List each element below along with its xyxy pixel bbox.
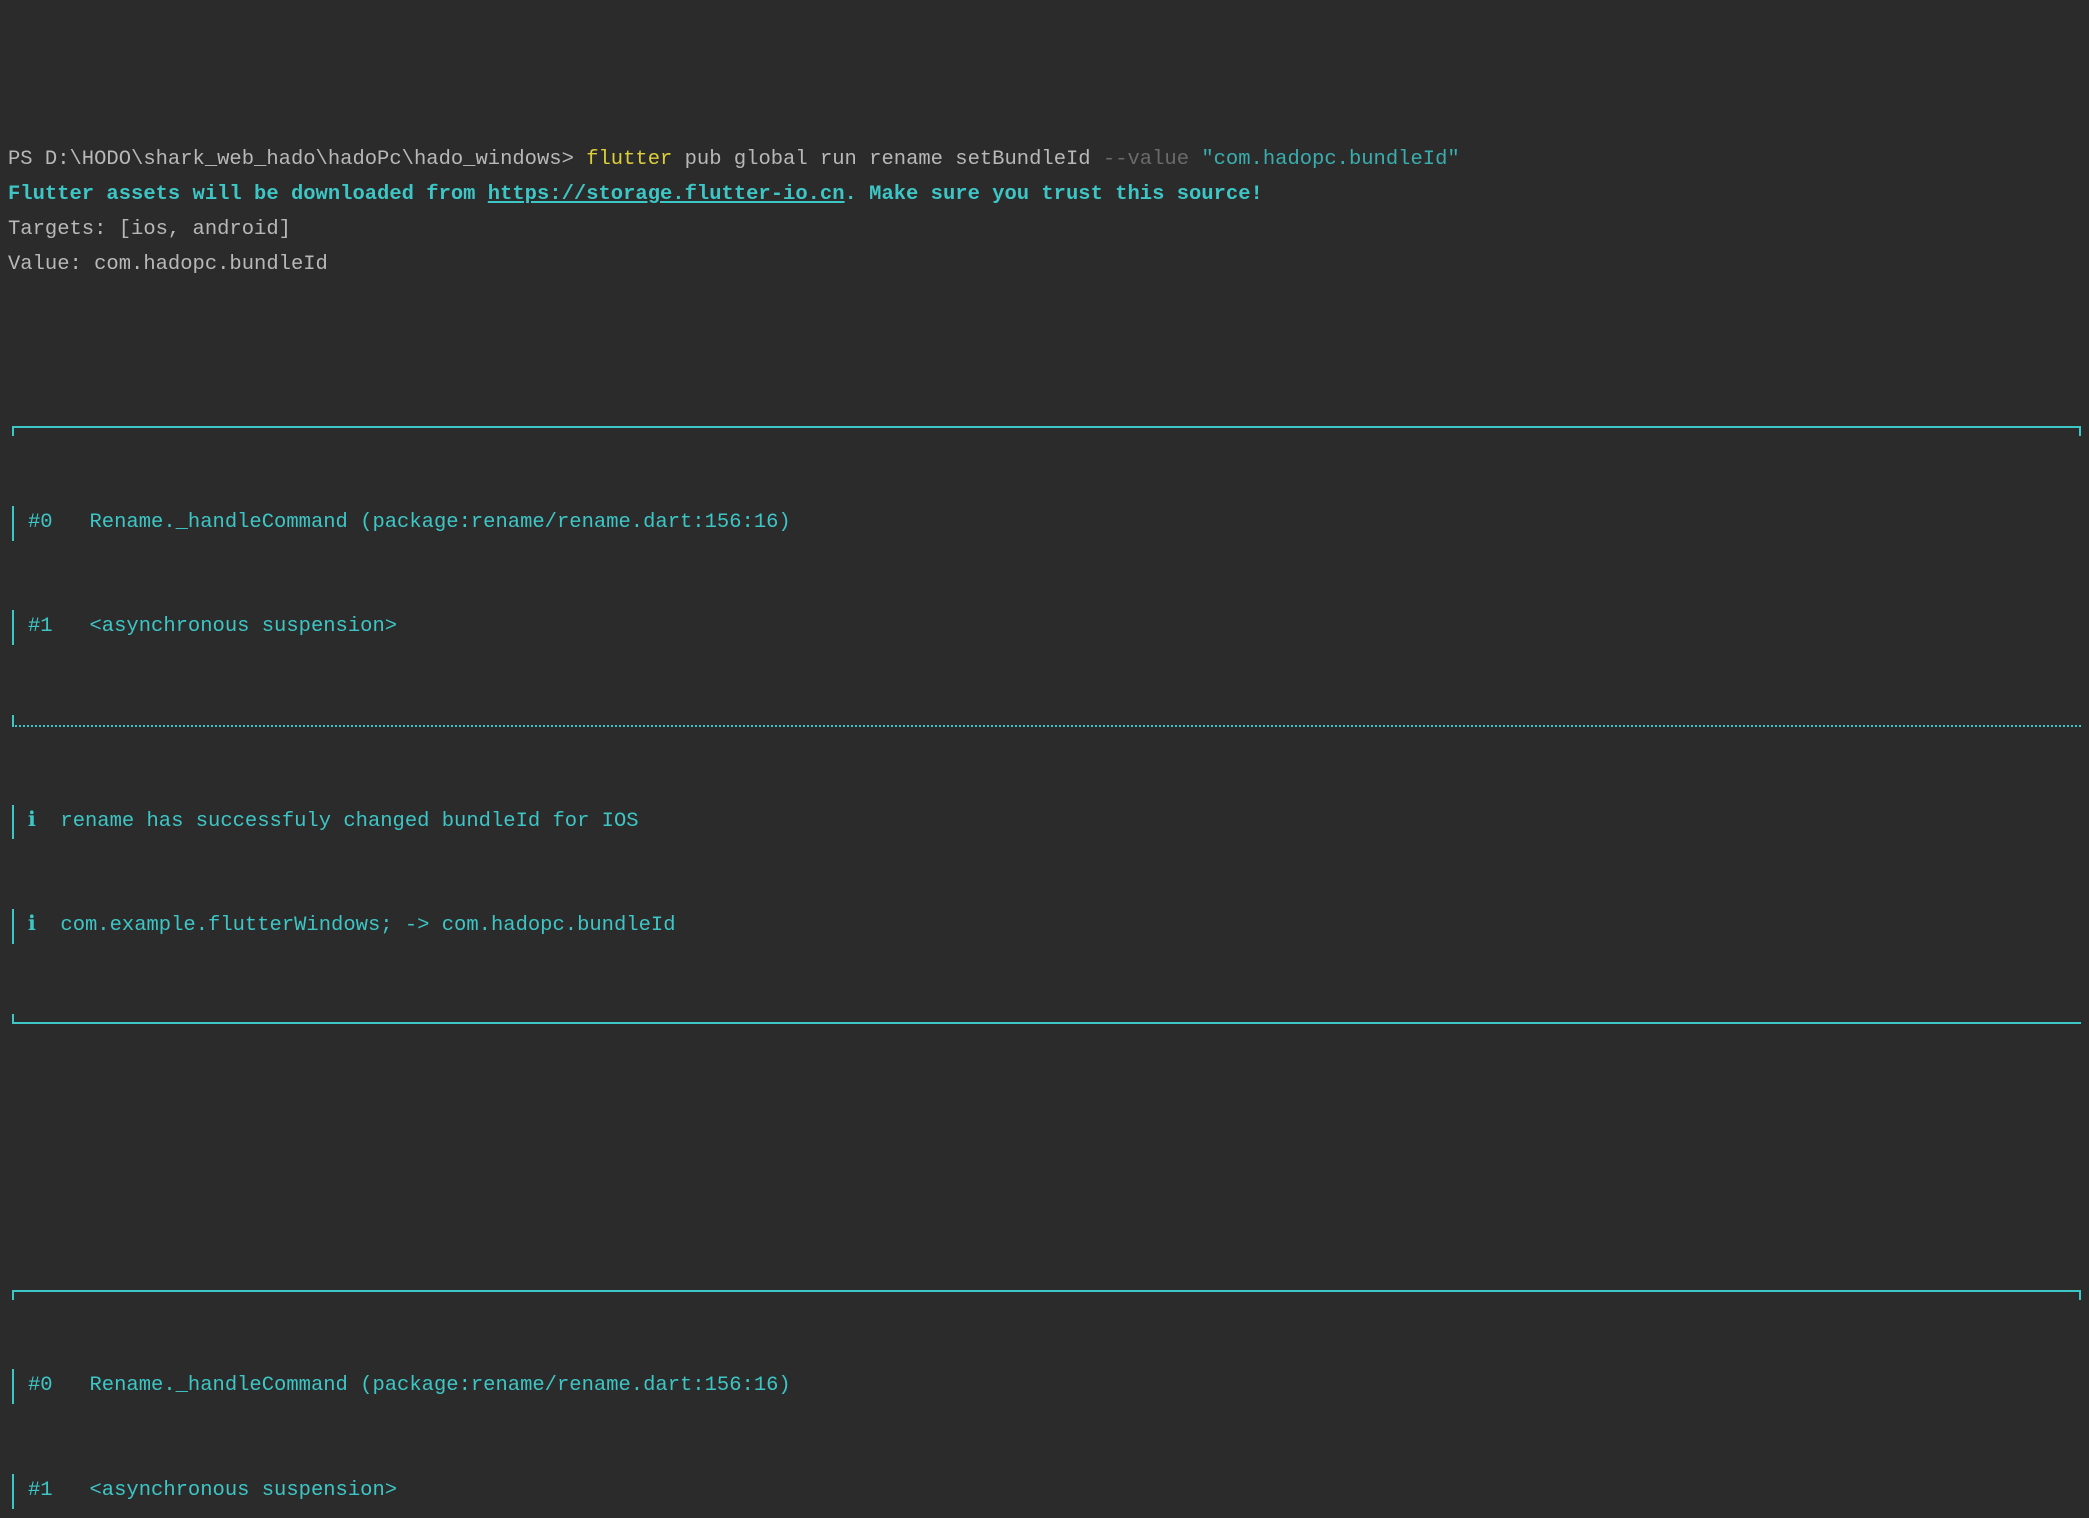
output-box-ios: #0 Rename._handleCommand (package:rename… — [8, 356, 2081, 1058]
terminal-output[interactable]: PS D:\HODO\shark_web_hado\hadoPc\hado_wi… — [8, 143, 2081, 282]
box-divider — [12, 715, 2081, 727]
command-flag: --value — [1103, 148, 1201, 171]
targets-line: Targets: [ios, android] — [8, 218, 291, 241]
prompt-path: PS D:\HODO\shark_web_hado\hadoPc\hado_wi… — [8, 148, 586, 171]
download-url-link[interactable]: https://storage.flutter-io.cn — [488, 183, 845, 206]
stack-trace-line: #0 Rename._handleCommand (package:rename… — [12, 506, 2081, 541]
download-message-pre: Flutter assets will be downloaded from — [8, 183, 488, 206]
download-message-post: . Make sure you trust this source! — [845, 183, 1263, 206]
command-args: pub global run rename setBundleId — [672, 148, 1103, 171]
output-box-android: #0 Rename._handleCommand (package:rename… — [8, 1220, 2081, 1518]
command-value: "com.hadopc.bundleId" — [1201, 148, 1459, 171]
box-border-top — [12, 426, 2081, 436]
stack-trace-line: #0 Rename._handleCommand (package:rename… — [12, 1369, 2081, 1404]
info-line: ℹ rename has successfuly changed bundleI… — [12, 805, 2081, 840]
box-border-bottom — [12, 1014, 2081, 1024]
box-border-top — [12, 1290, 2081, 1300]
value-line: Value: com.hadopc.bundleId — [8, 253, 328, 276]
spacer — [8, 1128, 2081, 1146]
command-executable: flutter — [586, 148, 672, 171]
info-line: ℹ com.example.flutterWindows; -> com.had… — [12, 909, 2081, 944]
stack-trace-line: #1 <asynchronous suspension> — [12, 1474, 2081, 1509]
stack-trace-line: #1 <asynchronous suspension> — [12, 610, 2081, 645]
